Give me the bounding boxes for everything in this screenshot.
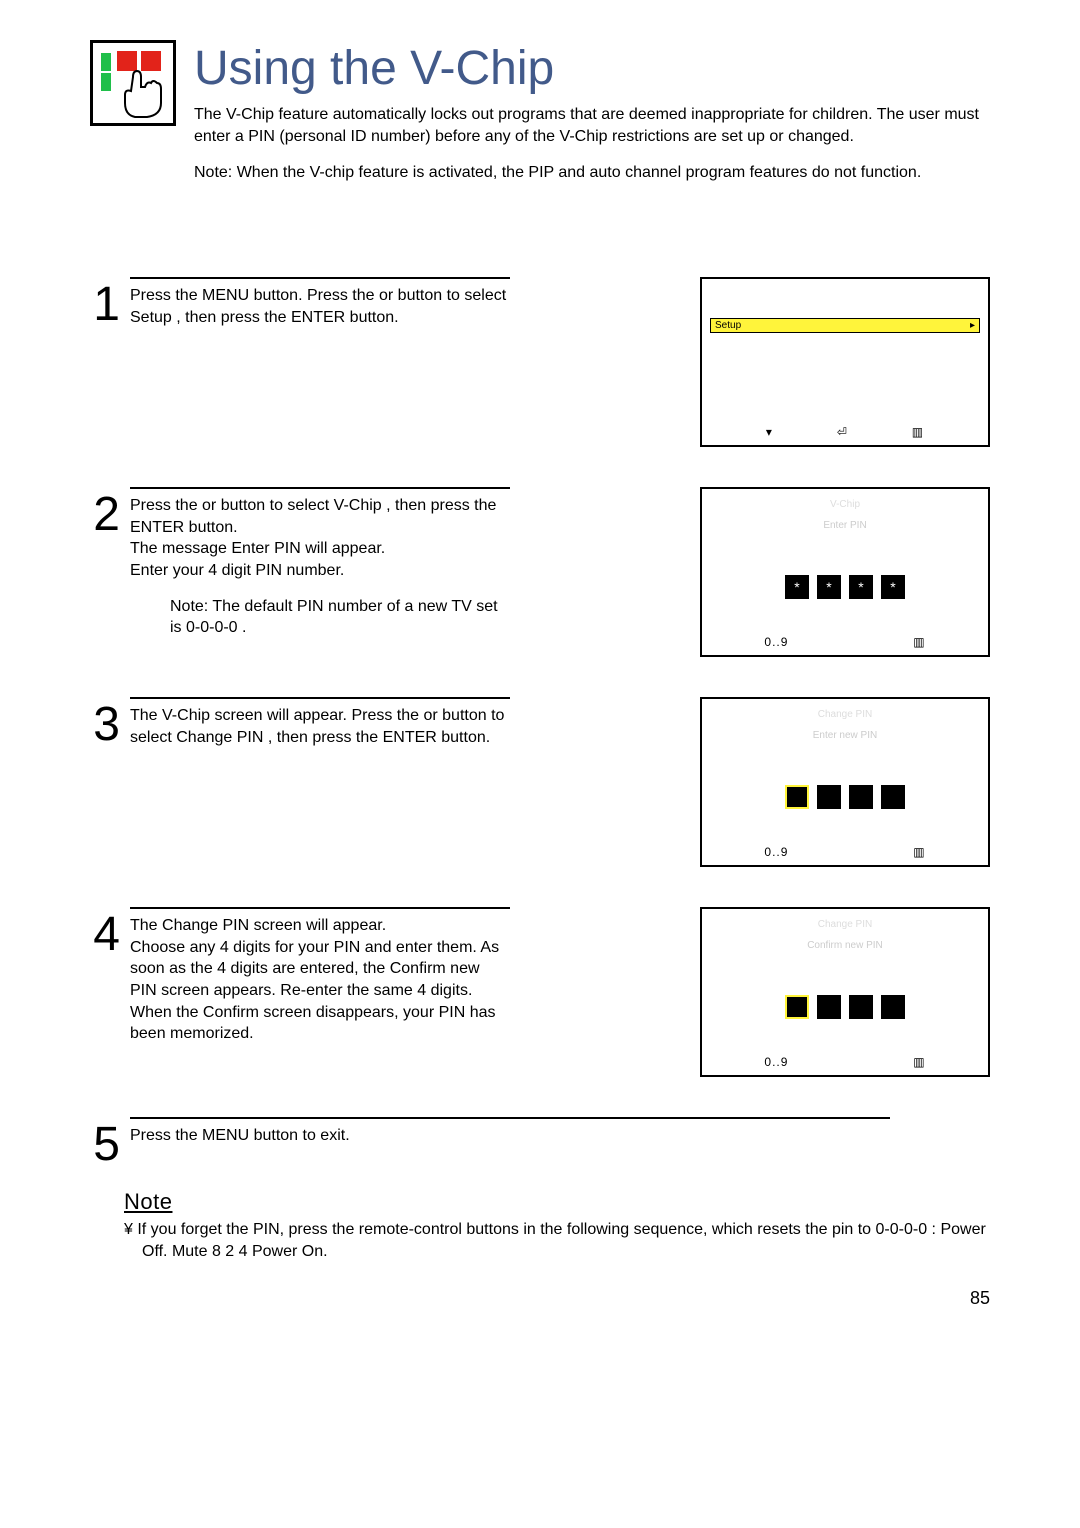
header-text: Using the V-Chip The V-Chip feature auto… bbox=[194, 40, 990, 197]
pin-digit: * bbox=[881, 575, 905, 599]
digits-icon: 0..9 bbox=[764, 1055, 788, 1069]
step-text: Press the MENU button. Press the or butt… bbox=[130, 285, 510, 328]
step-5: 5 Press the MENU button to exit. bbox=[90, 1117, 990, 1169]
step-1: 1 Press the MENU button. Press the or bu… bbox=[90, 277, 990, 447]
pin-row: * * * * bbox=[710, 575, 980, 599]
step-number: 5 bbox=[90, 1117, 120, 1169]
pin-digit bbox=[881, 785, 905, 809]
screen-title: V-Chip bbox=[710, 499, 980, 510]
step-number: 1 bbox=[90, 277, 120, 329]
screen-prompt: Enter new PIN bbox=[710, 730, 980, 741]
pin-digit bbox=[849, 995, 873, 1019]
intro-note: Note: When the V-chip feature is activat… bbox=[194, 162, 990, 184]
page-number: 85 bbox=[90, 1288, 990, 1309]
step-text: The Change PIN screen will appear. Choos… bbox=[130, 915, 510, 1045]
screen-footer-icons: 0..9 ▥ bbox=[702, 635, 988, 649]
screen-confirm-pin: Change PIN Confirm new PIN 0..9 ▥ bbox=[700, 907, 990, 1077]
pin-digit bbox=[817, 785, 841, 809]
intro-paragraph: The V-Chip feature automatically locks o… bbox=[194, 104, 990, 147]
steps: 1 Press the MENU button. Press the or bu… bbox=[90, 277, 990, 1169]
menu-item-selected: Setup ▸ bbox=[710, 318, 980, 333]
note-body: ¥ If you forget the PIN, press the remot… bbox=[124, 1219, 990, 1262]
pin-row bbox=[710, 785, 980, 809]
screen-enter-pin: V-Chip Enter PIN * * * * 0..9 ▥ bbox=[700, 487, 990, 657]
step-4: 4 The Change PIN screen will appear. Cho… bbox=[90, 907, 990, 1077]
menu-arrow-icon: ▸ bbox=[970, 320, 975, 331]
step-body: Press the MENU button. Press the or butt… bbox=[130, 277, 510, 329]
digits-icon: 0..9 bbox=[764, 845, 788, 859]
step-text: Press the or button to select V-Chip , t… bbox=[130, 495, 510, 581]
step-body: The V-Chip screen will appear. Press the… bbox=[130, 697, 510, 749]
screen-prompt: Enter PIN bbox=[710, 520, 980, 531]
screen-title: Change PIN bbox=[710, 709, 980, 720]
step-subnote: Note: The default PIN number of a new TV… bbox=[130, 596, 510, 639]
screen-prompt: Confirm new PIN bbox=[710, 940, 980, 951]
screen-title: Change PIN bbox=[710, 919, 980, 930]
step-3: 3 The V-Chip screen will appear. Press t… bbox=[90, 697, 990, 867]
screen-footer-icons: 0..9 ▥ bbox=[702, 845, 988, 859]
page: Using the V-Chip The V-Chip feature auto… bbox=[0, 0, 1080, 1329]
pin-digit: * bbox=[849, 575, 873, 599]
screen-change-pin: Change PIN Enter new PIN 0..9 ▥ bbox=[700, 697, 990, 867]
screen-footer-icons: ▾ ⏎ ▥ bbox=[702, 425, 988, 439]
enter-icon: ⏎ bbox=[837, 425, 848, 439]
exit-icon: ▥ bbox=[913, 845, 925, 859]
menu-label: Setup bbox=[715, 320, 741, 331]
step-number: 2 bbox=[90, 487, 120, 639]
step-number: 4 bbox=[90, 907, 120, 1045]
step-text: The V-Chip screen will appear. Press the… bbox=[130, 705, 510, 748]
pin-digit: * bbox=[817, 575, 841, 599]
pin-digit bbox=[881, 995, 905, 1019]
vchip-touch-icon bbox=[90, 40, 176, 126]
pin-digit bbox=[785, 995, 809, 1019]
header-row: Using the V-Chip The V-Chip feature auto… bbox=[90, 40, 990, 197]
step-2: 2 Press the or button to select V-Chip ,… bbox=[90, 487, 990, 657]
note-heading: Note bbox=[124, 1189, 990, 1215]
step-body: Press the or button to select V-Chip , t… bbox=[130, 487, 510, 639]
pin-digit bbox=[849, 785, 873, 809]
step-number: 3 bbox=[90, 697, 120, 749]
screen-footer-icons: 0..9 ▥ bbox=[702, 1055, 988, 1069]
pin-row bbox=[710, 995, 980, 1019]
move-icon: ▾ bbox=[766, 425, 773, 439]
screen-setup: Setup ▸ ▾ ⏎ ▥ bbox=[700, 277, 990, 447]
exit-icon: ▥ bbox=[913, 1055, 925, 1069]
pin-digit: * bbox=[785, 575, 809, 599]
step-body: The Change PIN screen will appear. Choos… bbox=[130, 907, 510, 1045]
step-body: Press the MENU button to exit. bbox=[130, 1117, 890, 1169]
exit-icon: ▥ bbox=[912, 425, 924, 439]
page-title: Using the V-Chip bbox=[194, 44, 990, 94]
pin-digit bbox=[785, 785, 809, 809]
step-text: Press the MENU button to exit. bbox=[130, 1125, 890, 1147]
pin-digit bbox=[817, 995, 841, 1019]
digits-icon: 0..9 bbox=[764, 635, 788, 649]
exit-icon: ▥ bbox=[913, 635, 925, 649]
